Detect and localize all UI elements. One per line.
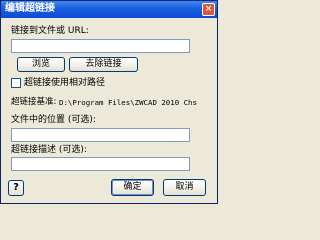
browse-button[interactable]: 浏览 <box>17 57 65 72</box>
base-url-value: D:\Program Files\ZWCAD 2010 Chs <box>59 98 197 107</box>
close-icon[interactable]: × <box>202 3 215 16</box>
link-url-label: 链接到文件或 URL: <box>11 26 89 36</box>
location-label: 文件中的位置 (可选): <box>11 115 96 125</box>
dialog-title: 编辑超链接 <box>5 3 55 14</box>
edit-hyperlink-dialog: 编辑超链接 × 链接到文件或 URL: 浏览 去除链接 超链接使用相对路径 超链… <box>0 0 218 204</box>
ok-button[interactable]: 确定 <box>111 179 154 196</box>
title-bar[interactable]: 编辑超链接 × <box>1 1 217 18</box>
link-url-input[interactable] <box>11 39 190 53</box>
description-label: 超链接描述 (可选): <box>11 145 87 155</box>
remove-link-button[interactable]: 去除链接 <box>69 57 138 72</box>
location-input[interactable] <box>11 128 190 142</box>
relative-path-checkbox[interactable] <box>11 78 21 88</box>
base-url-label: 超链接基准: <box>11 97 57 107</box>
help-button[interactable]: ? <box>8 180 24 196</box>
cancel-button[interactable]: 取消 <box>163 179 206 196</box>
description-input[interactable] <box>11 157 190 171</box>
relative-path-label: 超链接使用相对路径 <box>24 78 106 88</box>
